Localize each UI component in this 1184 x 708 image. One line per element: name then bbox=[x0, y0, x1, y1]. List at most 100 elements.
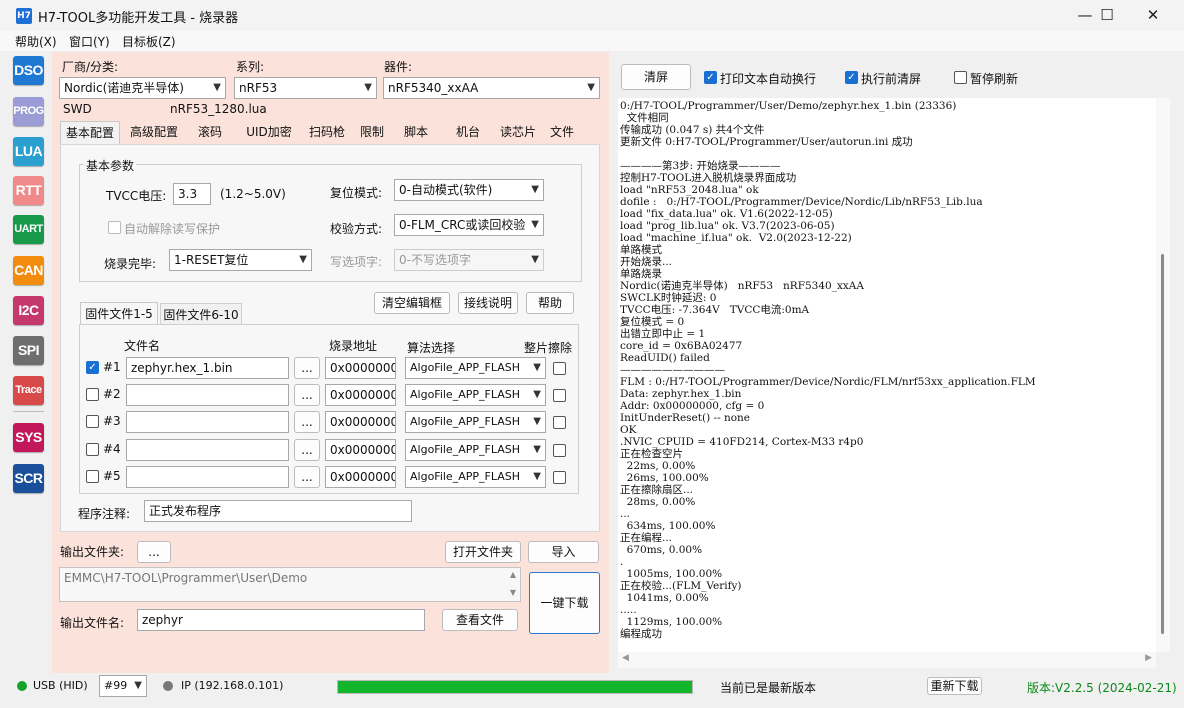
file-row-checkbox[interactable] bbox=[86, 470, 99, 483]
clear-before-run-checkbox[interactable]: ✓ bbox=[845, 71, 858, 84]
auto-unlock-checkbox[interactable] bbox=[108, 221, 121, 234]
algorithm-select[interactable]: AlgoFile_APP_FLASH ▼ bbox=[405, 439, 546, 461]
chip-erase-checkbox[interactable] bbox=[553, 389, 566, 402]
file-row-checkbox[interactable] bbox=[86, 443, 99, 456]
tab-barcode-scanner[interactable]: 扫码枪 bbox=[304, 121, 350, 144]
comment-input[interactable]: 正式发布程序 bbox=[144, 500, 412, 522]
tool-prog-button[interactable]: PROG bbox=[13, 97, 44, 126]
file-browse-button[interactable]: ... bbox=[294, 466, 320, 488]
scroll-up-icon[interactable]: ▲ bbox=[510, 570, 516, 579]
log-output[interactable]: 0:/H7-TOOL/Programmer/User/Demo/zephyr.h… bbox=[618, 98, 1156, 652]
tvcc-input[interactable]: 3.3 bbox=[173, 183, 211, 205]
one-click-download-button[interactable]: 一键下载 bbox=[529, 572, 600, 634]
open-folder-button[interactable]: 打开文件夹 bbox=[445, 541, 521, 563]
chip-erase-checkbox[interactable] bbox=[553, 416, 566, 429]
tool-spi-button[interactable]: SPI bbox=[13, 336, 44, 365]
file-row-checkbox[interactable] bbox=[86, 415, 99, 428]
option-bytes-select[interactable]: 0-不写选项字 ▼ bbox=[394, 249, 544, 271]
file-row-checkbox[interactable] bbox=[86, 388, 99, 401]
finish-action-label: 烧录完毕: bbox=[104, 257, 157, 271]
scroll-down-icon[interactable]: ▼ bbox=[510, 588, 516, 597]
tool-lua-button[interactable]: LUA bbox=[13, 137, 44, 166]
device-value: nRF5340_xxAA bbox=[388, 81, 479, 95]
pause-refresh-checkbox[interactable] bbox=[954, 71, 967, 84]
menu-help[interactable]: 帮助(X) bbox=[15, 33, 57, 50]
menu-bar: 帮助(X) 窗口(Y) 目标板(Z) bbox=[0, 31, 1184, 51]
tool-can-button[interactable]: CAN bbox=[13, 256, 44, 285]
tab-uid-encrypt[interactable]: UID加密 bbox=[236, 121, 302, 144]
tool-scr-button[interactable]: SCR bbox=[13, 464, 44, 493]
chip-erase-checkbox[interactable] bbox=[553, 471, 566, 484]
reset-mode-select[interactable]: 0-自动模式(软件) ▼ bbox=[394, 179, 544, 201]
tab-firmware-6-10[interactable]: 固件文件6-10 bbox=[160, 303, 242, 325]
tool-rtt-button[interactable]: RTT bbox=[13, 176, 44, 205]
maximize-button[interactable]: ☐ bbox=[1084, 0, 1130, 31]
output-folder-browse-button[interactable]: ... bbox=[137, 541, 171, 563]
file-browse-button[interactable]: ... bbox=[294, 439, 320, 461]
view-file-button[interactable]: 查看文件 bbox=[442, 609, 518, 631]
log-vertical-scrollbar[interactable] bbox=[1156, 98, 1170, 652]
menu-window[interactable]: 窗口(Y) bbox=[69, 33, 110, 50]
redownload-button[interactable]: 重新下载 bbox=[927, 677, 982, 695]
menu-target-board[interactable]: 目标板(Z) bbox=[122, 33, 176, 50]
file-browse-button[interactable]: ... bbox=[294, 357, 320, 379]
chip-erase-checkbox[interactable] bbox=[553, 444, 566, 457]
close-button[interactable]: ✕ bbox=[1130, 0, 1176, 31]
file-address-input[interactable]: 0x00000000 bbox=[325, 411, 396, 433]
tab-machine[interactable]: 机台 bbox=[448, 121, 488, 144]
interface-label: SWD bbox=[63, 102, 92, 116]
scroll-left-icon[interactable]: ◀ bbox=[622, 653, 629, 663]
verify-mode-select[interactable]: 0-FLM_CRC或读回校验 ▼ bbox=[394, 214, 544, 236]
log-horizontal-scrollbar[interactable]: ◀ ▶ bbox=[618, 652, 1156, 668]
algorithm-value: AlgoFile_APP_FLASH bbox=[410, 361, 520, 374]
tab-basic-config[interactable]: 基本配置 bbox=[60, 121, 120, 144]
tvcc-range: (1.2~5.0V) bbox=[220, 187, 286, 201]
file-name-input[interactable] bbox=[126, 439, 289, 461]
tab-limit[interactable]: 限制 bbox=[352, 121, 392, 144]
vendor-select[interactable]: Nordic(诺迪克半导体) ▼ bbox=[59, 77, 226, 99]
tab-read-chip[interactable]: 读芯片 bbox=[492, 121, 544, 144]
file-name-input[interactable]: zephyr.hex_1.bin bbox=[126, 357, 289, 379]
device-number-select[interactable]: #99 ▼ bbox=[99, 675, 147, 697]
file-address-input[interactable]: 0x00000000 bbox=[325, 439, 396, 461]
tool-i2c-button[interactable]: I2C bbox=[13, 296, 44, 325]
file-address-input[interactable]: 0x00000000 bbox=[325, 466, 396, 488]
help-button[interactable]: 帮助 bbox=[526, 292, 574, 314]
file-row-checkbox[interactable]: ✓ bbox=[86, 361, 99, 374]
tool-dso-button[interactable]: DSO bbox=[13, 56, 44, 85]
tool-uart-button[interactable]: UART bbox=[13, 215, 44, 244]
file-row-number: #4 bbox=[103, 442, 121, 456]
output-filename-input[interactable]: zephyr bbox=[137, 609, 425, 631]
output-path-field[interactable]: EMMC\H7-TOOL\Programmer\User\Demo ▲ ▼ bbox=[59, 567, 521, 602]
tool-sys-button[interactable]: SYS bbox=[13, 423, 44, 452]
file-address-input[interactable]: 0x00000000 bbox=[325, 384, 396, 406]
file-address-input[interactable]: 0x00000000 bbox=[325, 357, 396, 379]
algorithm-select[interactable]: AlgoFile_APP_FLASH ▼ bbox=[405, 466, 546, 488]
file-name-input[interactable] bbox=[126, 384, 289, 406]
import-button[interactable]: 导入 bbox=[528, 541, 599, 563]
tab-firmware-1-5[interactable]: 固件文件1-5 bbox=[80, 302, 158, 324]
series-select[interactable]: nRF53 ▼ bbox=[234, 77, 377, 99]
file-name-input[interactable] bbox=[126, 466, 289, 488]
tab-advanced-config[interactable]: 高级配置 bbox=[122, 121, 186, 144]
tab-script[interactable]: 脚本 bbox=[396, 121, 436, 144]
scroll-right-icon[interactable]: ▶ bbox=[1145, 653, 1152, 663]
algorithm-select[interactable]: AlgoFile_APP_FLASH ▼ bbox=[405, 357, 546, 379]
log-scroll-thumb[interactable] bbox=[1161, 254, 1164, 634]
clear-edit-button[interactable]: 清空编辑框 bbox=[374, 292, 450, 314]
file-browse-button[interactable]: ... bbox=[294, 411, 320, 433]
tool-trace-button[interactable]: Trace bbox=[13, 376, 44, 405]
clear-screen-button[interactable]: 清屏 bbox=[621, 64, 691, 90]
output-path-text: EMMC\H7-TOOL\Programmer\User\Demo bbox=[64, 571, 308, 585]
algorithm-select[interactable]: AlgoFile_APP_FLASH ▼ bbox=[405, 411, 546, 433]
device-select[interactable]: nRF5340_xxAA ▼ bbox=[383, 77, 600, 99]
wiring-guide-button[interactable]: 接线说明 bbox=[458, 292, 518, 314]
tab-file[interactable]: 文件 bbox=[544, 121, 580, 144]
tab-rolling-code[interactable]: 滚码 bbox=[188, 121, 232, 144]
algorithm-select[interactable]: AlgoFile_APP_FLASH ▼ bbox=[405, 384, 546, 406]
wrap-text-checkbox[interactable]: ✓ bbox=[704, 71, 717, 84]
chip-erase-checkbox[interactable] bbox=[553, 362, 566, 375]
file-browse-button[interactable]: ... bbox=[294, 384, 320, 406]
file-name-input[interactable] bbox=[126, 411, 289, 433]
finish-action-select[interactable]: 1-RESET复位 ▼ bbox=[169, 249, 312, 271]
